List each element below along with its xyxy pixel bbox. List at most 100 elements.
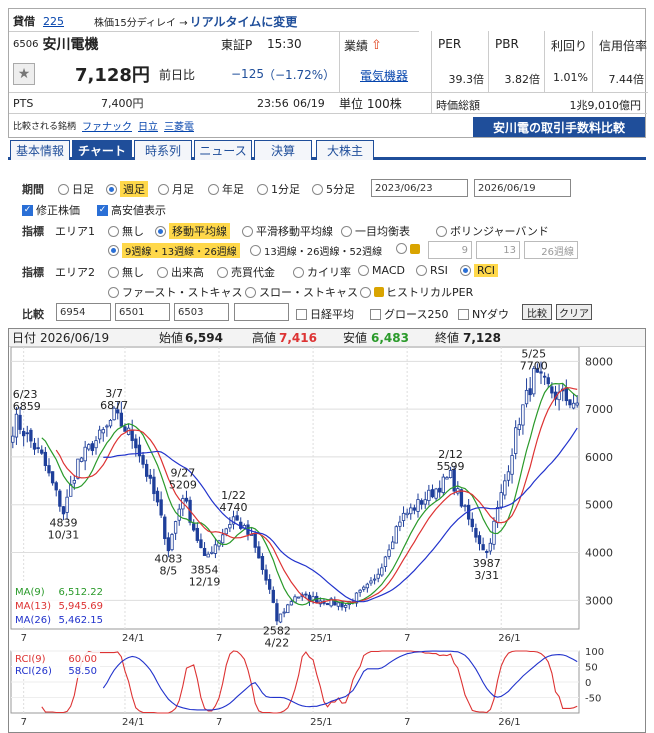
candle-body <box>542 375 547 378</box>
area2-turnover[interactable]: 売買代金 <box>217 264 275 280</box>
annotation-price: 4740 <box>219 501 247 514</box>
compare-growth[interactable]: グロース250 <box>370 306 448 322</box>
compare-button[interactable]: 比較 <box>522 304 552 320</box>
fee-banner[interactable]: 安川電の取引手数料比較 <box>473 117 645 137</box>
change-pct: （−1.72%） <box>263 67 336 82</box>
area2-macd[interactable]: MACD <box>358 264 405 277</box>
area2-rsi[interactable]: RSI <box>416 264 448 277</box>
tab-chart[interactable]: チャート <box>72 140 132 160</box>
candle-body <box>260 556 265 570</box>
compare-nikkei[interactable]: 日経平均 <box>296 306 354 322</box>
compare-label: 比較される銘柄 <box>13 121 77 132</box>
ma-set-custom[interactable] <box>396 243 422 254</box>
annotation-date: 12/19 <box>189 576 221 589</box>
tab-timeseries[interactable]: 時系列 <box>134 140 192 160</box>
tab-shareholders[interactable]: 大株主 <box>316 140 374 160</box>
metric-margin-ratio: 信用倍率 7.44倍 <box>592 31 648 92</box>
candle-body <box>362 586 366 590</box>
date-to-input[interactable]: 2026/06/19 <box>474 179 571 197</box>
area1-ma[interactable]: 移動平均線 <box>155 223 230 239</box>
area2-fast-stoch[interactable]: ファースト・ストキャス <box>108 284 242 300</box>
tab-basic[interactable]: 基本情報 <box>10 140 70 160</box>
candle-body <box>72 479 76 484</box>
star-icon[interactable]: ★ <box>13 63 35 85</box>
low-value: 6,483 <box>371 330 409 345</box>
candle-body <box>50 471 55 484</box>
candle-body <box>459 489 464 507</box>
area2-none[interactable]: 無し <box>108 264 144 280</box>
candle-body <box>220 534 225 544</box>
area1-none[interactable]: 無し <box>108 223 144 239</box>
period-5min[interactable]: 5分足 <box>312 181 355 197</box>
compare-nydow[interactable]: NYダウ <box>458 306 509 322</box>
candle-body <box>134 438 138 449</box>
x-tick-label: 7 <box>21 633 27 644</box>
ma-legend-value: 5,462.15 <box>58 615 103 626</box>
ma-custom-2[interactable]: 13 <box>476 241 520 259</box>
candle-body <box>32 442 37 450</box>
metric-label: 利回り <box>551 39 588 53</box>
ma-custom-1[interactable]: 9 <box>428 241 472 259</box>
adjusted-checkbox[interactable]: ✓ 修正株価 <box>22 202 80 218</box>
area2-hist-per[interactable]: ヒストリカルPER <box>360 284 473 300</box>
candle-body <box>510 455 514 475</box>
candle-body <box>65 496 69 513</box>
compare-stock-2[interactable]: 日立 <box>138 118 158 133</box>
tab-news[interactable]: ニュース <box>194 140 252 160</box>
period-1min[interactable]: 1分足 <box>257 181 300 197</box>
area2-deviation[interactable]: カイリ率 <box>293 264 351 280</box>
period-yearly[interactable]: 年足 <box>208 181 244 197</box>
candle-body <box>54 482 58 491</box>
ma-custom-3[interactable]: 26週線 <box>524 241 578 259</box>
compare-stock-3[interactable]: 三菱電 <box>164 118 194 133</box>
compare-stock-1[interactable]: ファナック <box>82 118 132 133</box>
candle-body <box>372 578 377 581</box>
candle-body <box>325 603 330 606</box>
ma-set-9-13-26[interactable]: 9週線・13週線・26週線 <box>108 243 240 258</box>
tab-earnings[interactable]: 決算 <box>254 140 312 160</box>
candle-body <box>268 579 272 590</box>
candle-body <box>514 427 518 454</box>
candle-body <box>155 490 160 503</box>
area2-rci[interactable]: RCI <box>460 264 499 277</box>
period-label: 期間 <box>22 183 44 196</box>
rci-y-tick-label: 50 <box>585 663 598 674</box>
realtime-link[interactable]: リアルタイムに変更 <box>190 13 298 30</box>
period-daily[interactable]: 日足 <box>58 181 94 197</box>
lending-link[interactable]: 225 <box>43 15 64 28</box>
compare-code-1[interactable]: 6954 <box>56 303 111 321</box>
period-monthly[interactable]: 月足 <box>158 181 194 197</box>
candle-body <box>387 549 391 557</box>
rci-legend-value: 58.50 <box>68 666 97 677</box>
industry-link[interactable]: 電気機器 <box>360 67 408 84</box>
area2-volume[interactable]: 出来高 <box>157 264 204 280</box>
x-tick-label: 7 <box>21 717 27 728</box>
candle-body <box>499 492 503 508</box>
area1-ichimoku[interactable]: 一目均衡表 <box>341 223 410 239</box>
compare-code-2[interactable]: 6501 <box>115 303 170 321</box>
x-tick-label: 26/1 <box>498 633 520 644</box>
area2-slow-stoch[interactable]: スロー・ストキャス <box>245 284 358 300</box>
ma-set-13-26-52[interactable]: 13週線・26週線・52週線 <box>250 243 382 258</box>
period-weekly[interactable]: 週足 <box>106 181 148 197</box>
pts-label: PTS <box>13 96 34 110</box>
clear-button[interactable]: クリア <box>556 304 592 320</box>
date-from-input[interactable]: 2023/06/23 <box>371 179 468 197</box>
candle-body <box>145 463 149 477</box>
compare-code-3[interactable]: 6503 <box>174 303 229 321</box>
candle-body <box>36 447 40 450</box>
candle-body <box>11 435 15 443</box>
area1-label: エリア1 <box>55 225 95 238</box>
area2-label: エリア2 <box>55 266 95 279</box>
candle-body <box>568 399 572 406</box>
rci-y-tick-label: -50 <box>585 694 601 705</box>
candle-body <box>108 419 113 427</box>
area1-bollinger[interactable]: ボリンジャーバンド <box>436 223 549 239</box>
lending-label: 貸借 <box>13 15 35 28</box>
close-label: 終値 <box>435 331 460 345</box>
compare-code-4[interactable] <box>234 303 289 321</box>
hilo-checkbox[interactable]: ✓ 高安値表示 <box>97 202 166 218</box>
candle-body <box>199 539 203 549</box>
candle-body <box>405 512 409 516</box>
area1-ema[interactable]: 平滑移動平均線 <box>242 223 333 239</box>
